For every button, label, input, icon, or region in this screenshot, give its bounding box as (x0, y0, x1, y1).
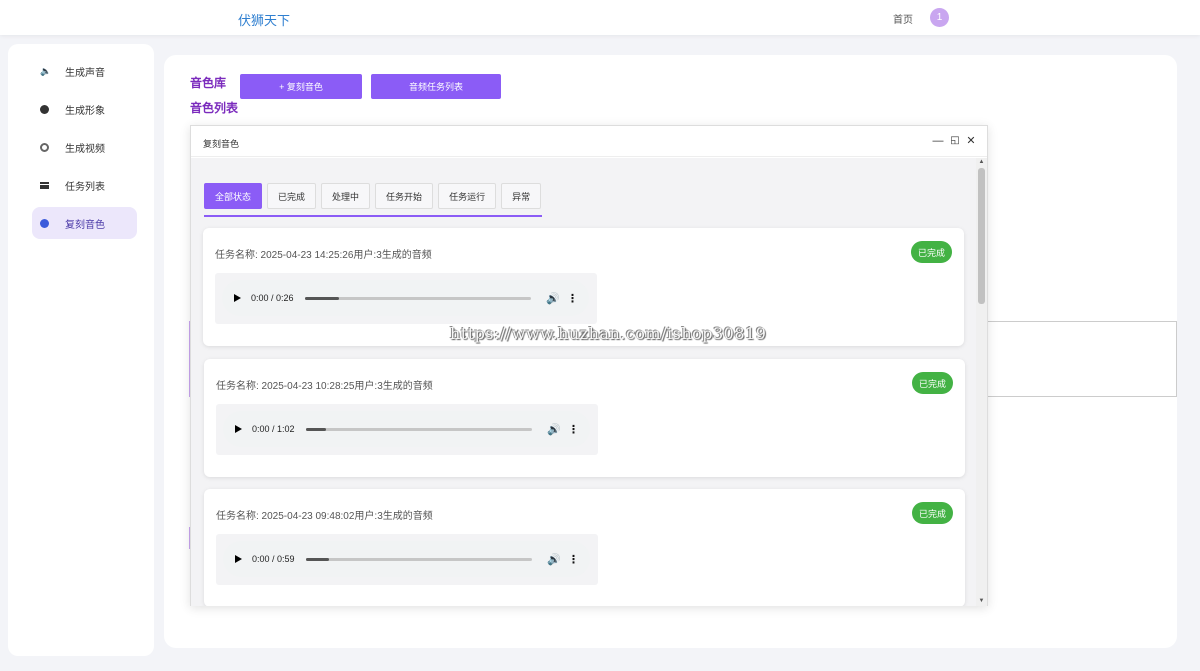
task-card: 任务名称: 2025-04-23 10:28:25用户:3生成的音频 已完成 0… (204, 359, 965, 477)
audio-time: 0:00 / 0:26 (251, 293, 294, 303)
status-badge: 已完成 (911, 502, 953, 524)
audio-progress-fill (306, 557, 329, 561)
tab-task-started[interactable]: 任务开始 (375, 183, 434, 209)
sidebar-item-generate-avatar[interactable]: 生成形象 (32, 93, 137, 125)
audio-progress-fill (306, 427, 327, 431)
background-textarea[interactable] (986, 321, 1177, 397)
maximize-icon[interactable]: ◱ (948, 134, 962, 148)
sidebar-item-label: 复刻音色 (65, 219, 105, 231)
status-badge: 已完成 (911, 372, 953, 394)
audio-progress-slider[interactable] (306, 557, 532, 561)
tab-all-status[interactable]: 全部状态 (204, 183, 263, 209)
dialog-title: 复刻音色 (203, 139, 240, 149)
sidebar-item-generate-voice[interactable]: 🔈 生成声音 (32, 55, 137, 87)
sidebar-item-voice-clone[interactable]: 复刻音色 (32, 207, 137, 239)
volume-icon[interactable]: 🔊 (546, 292, 560, 305)
play-icon[interactable] (235, 425, 242, 433)
audio-player[interactable]: 0:00 / 0:59 🔊 ⋮ (223, 541, 590, 577)
audio-time: 0:00 / 0:59 (252, 554, 295, 564)
sidebar-item-task-list[interactable]: 任务列表 (32, 169, 137, 201)
more-options-icon[interactable]: ⋮ (568, 553, 579, 566)
audio-player[interactable]: 0:00 / 1:02 🔊 ⋮ (223, 411, 590, 447)
scroll-down-icon[interactable]: ▼ (976, 597, 987, 606)
avatar[interactable]: 1 (930, 8, 949, 27)
voice-list-label: 音色列表 (190, 101, 239, 115)
list-icon (40, 181, 49, 189)
task-title: 任务名称: 2025-04-23 10:28:25用户:3生成的音频 (216, 381, 433, 392)
audio-player[interactable]: 0:00 / 0:26 🔊 ⋮ (222, 280, 589, 316)
clone-voice-button[interactable]: + 复刻音色 (240, 74, 362, 99)
speaker-icon: 🔈 (40, 65, 52, 76)
sidebar-item-generate-video[interactable]: 生成视频 (32, 131, 137, 163)
tab-completed[interactable]: 已完成 (267, 183, 317, 209)
voice-clone-dialog: 复刻音色 — ◱ ✕ 全部状态 已完成 处理中 任务开始 任务运行 异常 任务名… (190, 125, 988, 606)
sidebar: 🔈 生成声音 生成形象 生成视频 任务列表 复刻音色 (8, 44, 154, 656)
tab-error[interactable]: 异常 (501, 183, 542, 209)
dialog-header: 复刻音色 — ◱ ✕ (191, 126, 987, 157)
dialog-scrollbar[interactable]: ▲ ▼ (976, 158, 987, 606)
nav-home-link[interactable]: 首页 (893, 11, 913, 26)
status-tabs: 全部状态 已完成 处理中 任务开始 任务运行 异常 (204, 183, 542, 209)
top-bar: 伏狮天下 首页 1 (0, 0, 1200, 35)
tab-task-running[interactable]: 任务运行 (438, 183, 497, 209)
task-title: 任务名称: 2025-04-23 14:25:26用户:3生成的音频 (215, 250, 432, 261)
minimize-icon[interactable]: — (931, 134, 945, 148)
volume-icon[interactable]: 🔊 (547, 553, 561, 566)
dialog-body: 全部状态 已完成 处理中 任务开始 任务运行 异常 任务名称: 2025-04-… (191, 158, 977, 606)
tab-underline (204, 215, 542, 217)
watermark-text: https://www.huzhan.com/ishop30819 (450, 324, 767, 343)
audio-progress-slider[interactable] (306, 427, 532, 431)
voice-clone-icon (40, 218, 49, 228)
sidebar-item-label: 生成视频 (65, 143, 105, 155)
sidebar-item-label: 生成声音 (65, 67, 105, 79)
status-badge: 已完成 (910, 241, 952, 263)
audio-task-list-button[interactable]: 音频任务列表 (371, 74, 501, 99)
sidebar-item-label: 生成形象 (65, 105, 105, 117)
more-options-icon[interactable]: ⋮ (567, 292, 578, 305)
person-icon (40, 104, 49, 114)
audio-container: 0:00 / 0:59 🔊 ⋮ (216, 534, 598, 585)
volume-icon[interactable]: 🔊 (547, 423, 561, 436)
voice-library-label: 音色库 (190, 76, 227, 90)
sidebar-item-label: 任务列表 (65, 181, 105, 193)
audio-progress-fill (305, 296, 339, 300)
brand-logo-text[interactable]: 伏狮天下 (238, 10, 290, 29)
audio-progress-slider[interactable] (305, 296, 531, 300)
audio-container: 0:00 / 0:26 🔊 ⋮ (215, 273, 597, 324)
task-card: 任务名称: 2025-04-23 09:48:02用户:3生成的音频 已完成 0… (204, 489, 965, 606)
scroll-up-icon[interactable]: ▲ (976, 158, 987, 167)
close-icon[interactable]: ✕ (964, 134, 978, 148)
tab-processing[interactable]: 处理中 (321, 183, 371, 209)
audio-container: 0:00 / 1:02 🔊 ⋮ (216, 404, 598, 455)
task-title: 任务名称: 2025-04-23 09:48:02用户:3生成的音频 (216, 511, 433, 522)
play-icon[interactable] (234, 294, 241, 302)
audio-time: 0:00 / 1:02 (252, 424, 295, 434)
scroll-thumb[interactable] (978, 168, 985, 304)
video-dot-icon (40, 142, 49, 152)
more-options-icon[interactable]: ⋮ (568, 423, 579, 436)
play-icon[interactable] (235, 555, 242, 563)
